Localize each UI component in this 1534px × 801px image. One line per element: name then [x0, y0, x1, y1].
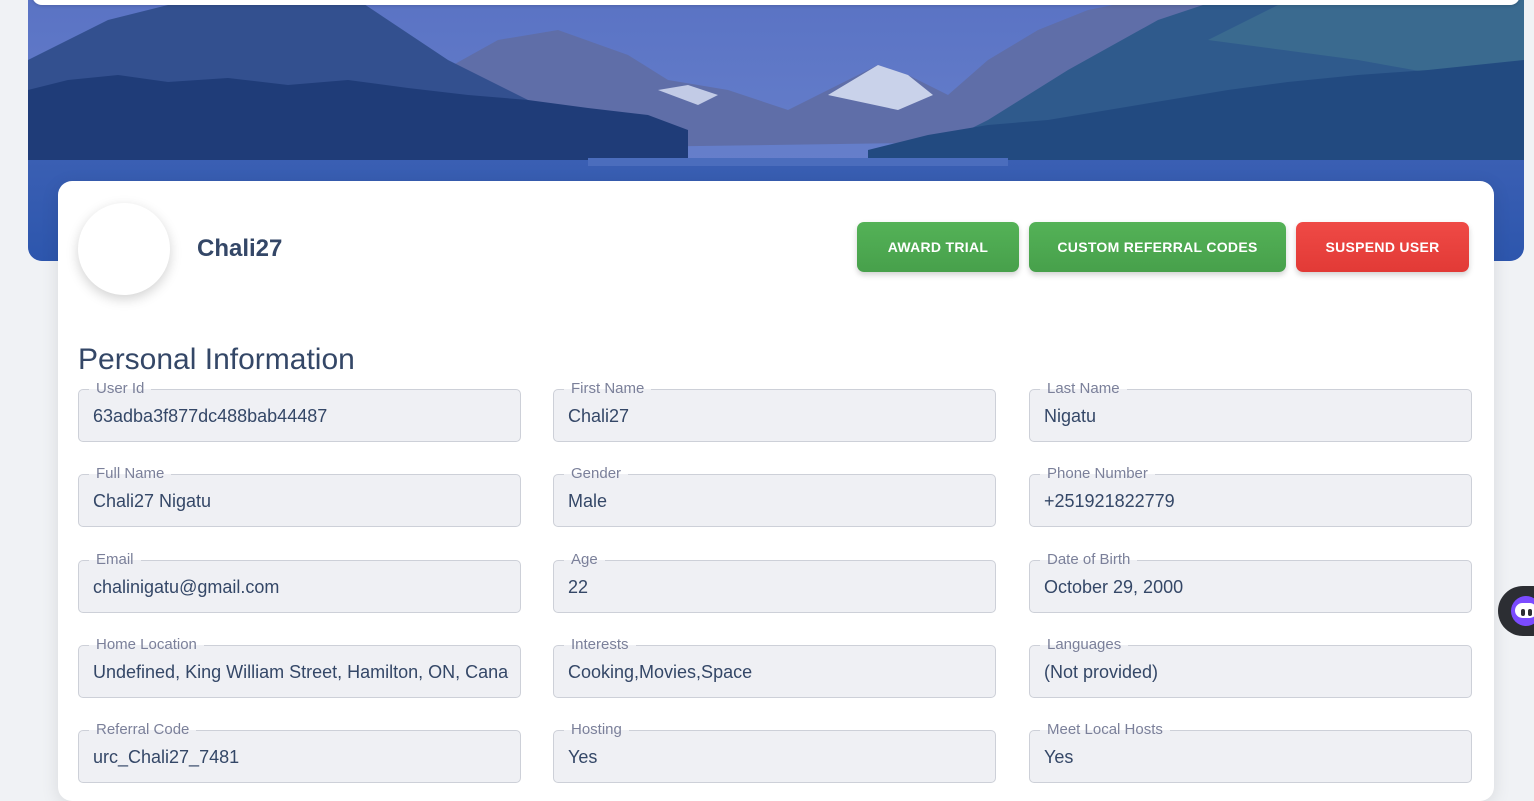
- profile-card: Chali27 AWARD TRIAL CUSTOM REFERRAL CODE…: [58, 181, 1494, 801]
- meet-local-hosts-field: Meet Local Hosts: [1029, 721, 1472, 783]
- referral-code-label: Referral Code: [89, 721, 197, 738]
- last-name-label: Last Name: [1040, 380, 1127, 397]
- phone-number-label: Phone Number: [1040, 465, 1155, 482]
- languages-label: Languages: [1040, 636, 1129, 653]
- email-input[interactable]: [93, 575, 509, 599]
- chat-widget-button[interactable]: [1498, 586, 1534, 636]
- referral-code-input[interactable]: [93, 745, 509, 769]
- first-name-label: First Name: [564, 380, 652, 397]
- avatar[interactable]: [78, 203, 170, 295]
- top-navbar-edge: [32, 0, 1520, 5]
- date-of-birth-input[interactable]: [1044, 575, 1460, 599]
- first-name-field: First Name: [553, 380, 996, 442]
- date-of-birth-field: Date of Birth: [1029, 551, 1472, 613]
- date-of-birth-label: Date of Birth: [1040, 551, 1138, 568]
- interests-label: Interests: [564, 636, 636, 653]
- last-name-input[interactable]: [1044, 404, 1460, 428]
- meet-local-hosts-label: Meet Local Hosts: [1040, 721, 1170, 738]
- user-id-input[interactable]: [93, 404, 509, 428]
- gender-label: Gender: [564, 465, 629, 482]
- gender-input[interactable]: [568, 489, 984, 513]
- hosting-label: Hosting: [564, 721, 629, 738]
- interests-input[interactable]: [568, 660, 984, 684]
- section-title: Personal Information: [78, 343, 355, 376]
- age-input[interactable]: [568, 575, 984, 599]
- profile-username: Chali27: [197, 235, 283, 262]
- first-name-input[interactable]: [568, 404, 984, 428]
- full-name-field: Full Name: [78, 465, 521, 527]
- award-trial-button[interactable]: AWARD TRIAL: [857, 222, 1019, 272]
- phone-number-field: Phone Number: [1029, 465, 1472, 527]
- hosting-field: Hosting: [553, 721, 996, 783]
- chatbot-icon: [1511, 596, 1534, 626]
- age-field: Age: [553, 551, 996, 613]
- gender-field: Gender: [553, 465, 996, 527]
- last-name-field: Last Name: [1029, 380, 1472, 442]
- suspend-user-button[interactable]: SUSPEND USER: [1296, 222, 1469, 272]
- email-field: Email: [78, 551, 521, 613]
- email-label: Email: [89, 551, 141, 568]
- meet-local-hosts-input[interactable]: [1044, 745, 1460, 769]
- user-id-label: User Id: [89, 380, 152, 397]
- full-name-input[interactable]: [93, 489, 509, 513]
- hosting-input[interactable]: [568, 745, 984, 769]
- phone-number-input[interactable]: [1044, 489, 1460, 513]
- custom-referral-codes-button[interactable]: CUSTOM REFERRAL CODES: [1029, 222, 1286, 272]
- full-name-label: Full Name: [89, 465, 172, 482]
- referral-code-field: Referral Code: [78, 721, 521, 783]
- languages-field: Languages: [1029, 636, 1472, 698]
- home-location-field: Home Location: [78, 636, 521, 698]
- interests-field: Interests: [553, 636, 996, 698]
- home-location-input[interactable]: [93, 660, 509, 684]
- home-location-label: Home Location: [89, 636, 204, 653]
- user-id-field: User Id: [78, 380, 521, 442]
- languages-input[interactable]: [1044, 660, 1460, 684]
- age-label: Age: [564, 551, 605, 568]
